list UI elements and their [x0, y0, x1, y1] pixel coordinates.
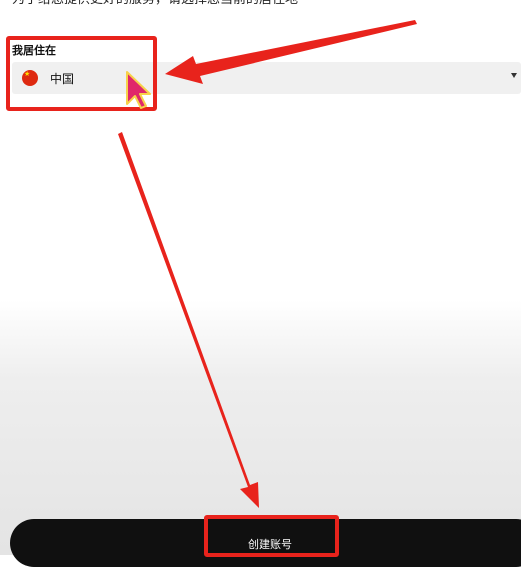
annotation-box-residence — [6, 36, 157, 111]
annotation-box-create — [204, 515, 339, 557]
annotation-arrow-to-create — [118, 132, 259, 508]
caret-down-icon — [511, 73, 517, 78]
intro-text: 为了给您提供更好的服务，请选择您当前的居住地 — [12, 0, 298, 8]
